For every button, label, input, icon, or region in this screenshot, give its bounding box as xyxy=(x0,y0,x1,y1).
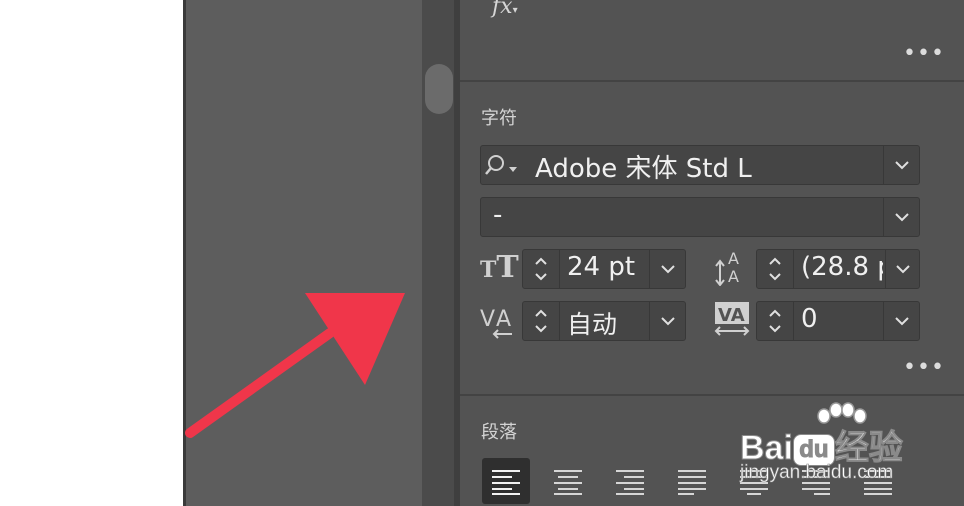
white-document-area xyxy=(0,0,184,506)
align-left-icon xyxy=(492,470,520,495)
tracking-field[interactable]: 0 xyxy=(756,301,920,341)
kerning-stepper[interactable] xyxy=(523,302,560,340)
align-center-button[interactable] xyxy=(544,458,592,504)
font-family-value: Adobe 宋体 Std L xyxy=(535,154,752,184)
svg-text:A: A xyxy=(728,249,739,268)
kerning-icon: V A xyxy=(480,307,512,339)
font-style-dropdown[interactable]: - xyxy=(480,197,920,237)
search-icon xyxy=(485,155,517,175)
font-style-value: - xyxy=(493,200,503,230)
tracking-icon: VA xyxy=(714,302,750,336)
justify-left-button[interactable] xyxy=(668,458,716,504)
section-separator xyxy=(460,80,964,82)
svg-text:A: A xyxy=(728,267,739,286)
section-separator xyxy=(460,394,964,396)
align-center-icon xyxy=(554,470,582,495)
tracking-value: 0 xyxy=(801,304,818,334)
font-size-chevron-down-icon[interactable] xyxy=(649,250,686,288)
fx-label: fx xyxy=(492,0,513,19)
leading-chevron-down-icon[interactable] xyxy=(885,250,920,288)
font-size-field[interactable]: 24 pt xyxy=(522,249,686,289)
more-options-appearance[interactable]: ••• xyxy=(903,43,945,65)
font-family-chevron-down-icon[interactable] xyxy=(883,146,920,184)
align-right-button[interactable] xyxy=(606,458,654,504)
kerning-field[interactable]: 自动 xyxy=(522,301,686,341)
leading-stepper[interactable] xyxy=(757,250,794,288)
more-options-character[interactable]: ••• xyxy=(903,357,945,379)
character-section-title: 字符 xyxy=(481,108,517,129)
scrollbar-thumb[interactable] xyxy=(425,64,453,114)
leading-field[interactable]: (28.8 pt xyxy=(756,249,920,289)
font-size-stepper[interactable] xyxy=(523,250,560,288)
kerning-chevron-down-icon[interactable] xyxy=(649,302,686,340)
align-left-button[interactable] xyxy=(482,458,530,504)
font-size-icon: TT xyxy=(480,250,519,285)
baidu-jingyan-watermark: Bai du 经验 jingyan.baidu.com xyxy=(738,402,964,492)
font-style-chevron-down-icon[interactable] xyxy=(883,198,920,236)
leading-value: (28.8 pt xyxy=(801,252,883,282)
font-size-value: 24 pt xyxy=(567,252,636,282)
svg-text:VA: VA xyxy=(718,305,745,326)
red-arrow-annotation xyxy=(185,293,405,438)
svg-text:V: V xyxy=(480,307,495,332)
tracking-stepper[interactable] xyxy=(757,302,794,340)
font-family-dropdown[interactable]: Adobe 宋体 Std L xyxy=(480,145,920,185)
watermark-url: jingyan.baidu.com xyxy=(740,462,894,484)
justify-left-icon xyxy=(678,470,706,495)
fx-button[interactable]: fx▾ xyxy=(492,0,518,19)
svg-text:A: A xyxy=(496,307,511,332)
kerning-value: 自动 xyxy=(567,310,618,339)
paragraph-section-title: 段落 xyxy=(481,422,517,443)
tracking-chevron-down-icon[interactable] xyxy=(883,302,920,340)
align-right-icon xyxy=(616,470,644,495)
leading-icon: A A xyxy=(715,249,739,286)
